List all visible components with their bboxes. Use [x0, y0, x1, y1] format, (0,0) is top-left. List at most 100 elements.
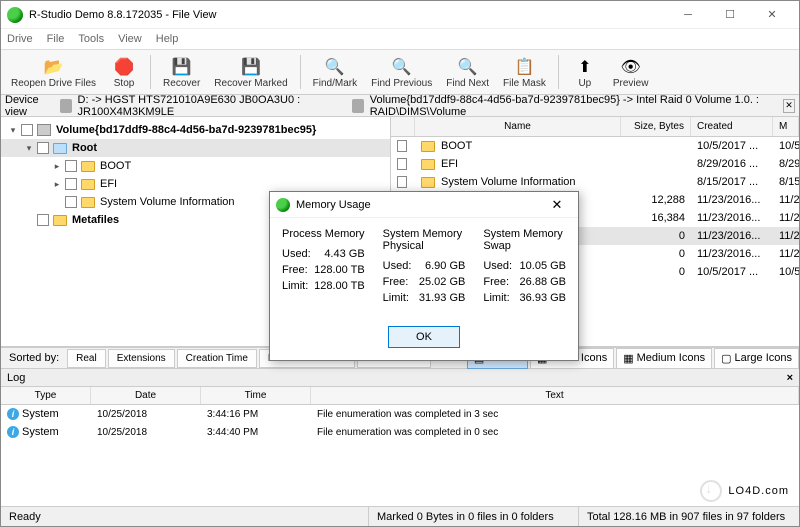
info-icon: i: [7, 408, 19, 420]
file-name: System Volume Information: [441, 176, 576, 188]
sort-extensions[interactable]: Extensions: [108, 349, 175, 368]
file-created: 11/23/2016...: [691, 194, 773, 206]
checkbox[interactable]: [397, 176, 407, 188]
device-view-tab[interactable]: Device view: [5, 95, 54, 117]
view-large-icons[interactable]: ▢Large Icons: [714, 348, 799, 369]
mem-value: 25.02 GB: [419, 276, 465, 288]
ok-button[interactable]: OK: [388, 326, 460, 348]
expand-icon[interactable]: [7, 125, 19, 136]
log-col-text[interactable]: Text: [311, 387, 799, 404]
preview-button[interactable]: 👁Preview: [607, 54, 655, 91]
log-col-type[interactable]: Type: [1, 387, 91, 404]
mem-value: 26.88 GB: [520, 276, 566, 288]
dialog-column: System Memory PhysicalUsed:6.90 GBFree:2…: [383, 228, 466, 308]
col-size[interactable]: Size, Bytes: [621, 117, 691, 136]
statusbar: Ready Marked 0 Bytes in 0 files in 0 fol…: [1, 506, 799, 526]
menu-drive[interactable]: Drive: [7, 33, 33, 45]
tree-volume[interactable]: Volume{bd17ddf9-88c4-4d56-ba7d-9239781be…: [1, 121, 390, 139]
dialog-column: Process MemoryUsed:4.43 GBFree:128.00 TB…: [282, 228, 365, 308]
file-size: 0: [621, 248, 691, 260]
toolbar: 📂Reopen Drive Files 🛑Stop 💾Recover 💾Reco…: [1, 49, 799, 95]
path-disk-2[interactable]: Volume{bd17ddf9-88c4-4d56-ba7d-9239781be…: [370, 95, 777, 117]
watermark: LO4D.com: [700, 480, 789, 502]
info-icon: i: [7, 426, 19, 438]
checkbox[interactable]: [65, 196, 77, 208]
file-row[interactable]: BOOT10/5/2017 ...10/5: [391, 137, 799, 155]
log-type: System: [22, 426, 59, 438]
log-text: File enumeration was completed in 0 sec: [311, 427, 799, 438]
maximize-button[interactable]: ☐: [709, 1, 751, 29]
dialog-icon: [276, 198, 290, 212]
status-total: Total 128.16 MB in 907 files in 97 folde…: [579, 507, 799, 526]
checkbox[interactable]: [65, 160, 77, 172]
file-name: EFI: [441, 158, 458, 170]
close-tab-icon[interactable]: ✕: [783, 99, 795, 113]
find-mark-button[interactable]: 🔍Find/Mark: [307, 54, 363, 91]
folder-icon: [53, 143, 67, 154]
log-columns: Type Date Time Text: [1, 387, 799, 405]
separator: [300, 55, 301, 89]
app-icon: [7, 7, 23, 23]
dialog-column: System Memory SwapUsed:10.05 GBFree:26.8…: [483, 228, 566, 308]
file-m: 8/29: [773, 158, 799, 170]
file-mask-button[interactable]: 📋File Mask: [497, 54, 552, 91]
checkbox[interactable]: [21, 124, 33, 136]
dialog-titlebar[interactable]: Memory Usage ✕: [270, 192, 578, 218]
log-col-date[interactable]: Date: [91, 387, 201, 404]
minimize-button[interactable]: ─: [667, 1, 709, 29]
watermark-icon: [700, 480, 722, 502]
col-m[interactable]: M: [773, 117, 799, 136]
find-next-button[interactable]: 🔍Find Next: [440, 54, 495, 91]
find-previous-button[interactable]: 🔍Find Previous: [365, 54, 438, 91]
dialog-close-icon[interactable]: ✕: [542, 197, 572, 213]
col-check[interactable]: [391, 117, 415, 136]
separator: [558, 55, 559, 89]
stop-button[interactable]: 🛑Stop: [104, 54, 144, 91]
menu-file[interactable]: File: [47, 33, 65, 45]
mem-value: 31.93 GB: [419, 292, 465, 304]
tree-root[interactable]: Root: [1, 139, 390, 157]
recover-button[interactable]: 💾Recover: [157, 54, 206, 91]
up-button[interactable]: ⬆Up: [565, 54, 605, 91]
log-row[interactable]: iSystem10/25/20183:44:40 PMFile enumerat…: [1, 423, 799, 441]
path-disk-1[interactable]: D: -> HGST HTS721010A9E630 JB0OA3U0 : JR…: [78, 95, 347, 117]
expand-icon[interactable]: [51, 161, 63, 172]
file-size: 12,288: [621, 194, 691, 206]
tree-item[interactable]: BOOT: [1, 157, 390, 175]
menu-help[interactable]: Help: [156, 33, 179, 45]
recover-marked-button[interactable]: 💾Recover Marked: [208, 54, 293, 91]
log-col-time[interactable]: Time: [201, 387, 311, 404]
file-row[interactable]: EFI8/29/2016 ...8/29: [391, 155, 799, 173]
col-name[interactable]: Name: [415, 117, 621, 136]
mem-key: Free:: [483, 276, 509, 288]
col-created[interactable]: Created: [691, 117, 773, 136]
sorted-by-label: Sorted by:: [1, 352, 67, 364]
reopen-drive-files-button[interactable]: 📂Reopen Drive Files: [5, 54, 102, 91]
mem-key: Limit:: [383, 292, 409, 304]
checkbox[interactable]: [65, 178, 77, 190]
mem-key: Used:: [282, 248, 311, 260]
mem-value: 128.00 TB: [314, 264, 365, 276]
log-close-icon[interactable]: ×: [787, 372, 793, 384]
menu-view[interactable]: View: [118, 33, 142, 45]
log-row[interactable]: iSystem10/25/20183:44:16 PMFile enumerat…: [1, 405, 799, 423]
file-size: 0: [621, 230, 691, 242]
folder-icon: [53, 215, 67, 226]
log-date: 10/25/2018: [91, 427, 201, 438]
menu-tools[interactable]: Tools: [78, 33, 104, 45]
checkbox[interactable]: [397, 140, 407, 152]
view-medium-icons[interactable]: ▦Medium Icons: [616, 348, 712, 369]
checkbox[interactable]: [37, 214, 49, 226]
checkbox[interactable]: [37, 142, 49, 154]
menubar: Drive File Tools View Help: [1, 29, 799, 49]
sort-real[interactable]: Real: [67, 349, 106, 368]
file-row[interactable]: System Volume Information8/15/2017 ...8/…: [391, 173, 799, 191]
close-button[interactable]: ✕: [751, 1, 793, 29]
checkbox[interactable]: [397, 158, 407, 170]
expand-icon[interactable]: [51, 179, 63, 190]
disk-icon: [60, 99, 72, 113]
folder-icon: [421, 141, 435, 152]
tree-metafiles-label: Metafiles: [72, 214, 119, 226]
expand-icon[interactable]: [23, 143, 35, 154]
sort-creation-time[interactable]: Creation Time: [177, 349, 257, 368]
